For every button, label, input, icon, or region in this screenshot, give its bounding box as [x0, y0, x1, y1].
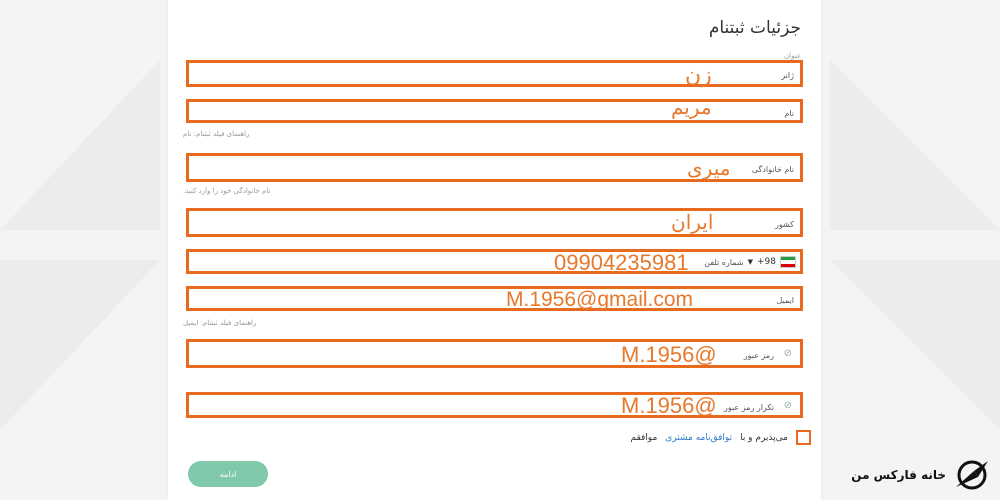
compass-logo-icon	[956, 460, 988, 490]
country-label: کشور	[775, 220, 794, 229]
registration-panel: جزئیات ثبتنام عنوان ژانر زن نام مریم راه…	[168, 0, 821, 500]
email-hint: راهنمای فیلد ثبتنام: ایمیل	[183, 319, 257, 327]
password-value: M.1956@	[621, 342, 717, 367]
first-name-label: نام	[784, 109, 794, 118]
gender-label: ژانر	[781, 71, 794, 80]
section-label: عنوان	[784, 52, 801, 60]
phone-field[interactable]: شماره تلفن ▼ +98 09904235981	[186, 249, 803, 274]
terms-link[interactable]: توافق‌نامه مشتری	[665, 433, 732, 443]
phone-value: 09904235981	[554, 250, 689, 275]
password-label: رمز عبور	[743, 351, 774, 360]
first-name-field[interactable]: نام مریم	[186, 97, 803, 123]
background-shape	[830, 60, 1000, 230]
terms-prefix: می‌پذیرم و با	[740, 432, 788, 443]
last-name-hint: نام خانوادگی خود را وارد کنید.	[183, 187, 271, 195]
brand-logo: خانه فارکس من	[851, 455, 992, 495]
password-confirm-field[interactable]: تکرار رمز عبور ⊘ M.1956@	[186, 392, 803, 418]
password-confirm-value: M.1956@	[621, 393, 717, 418]
password-field[interactable]: رمز عبور ⊘ M.1956@	[186, 339, 803, 368]
terms-agreement: می‌پذیرم و با توافق‌نامه مشتری موافقم	[630, 430, 811, 445]
iran-flag-icon	[780, 256, 796, 268]
background-shape	[830, 260, 1000, 430]
email-label: ایمیل	[776, 296, 794, 305]
brand-name: خانه فارکس من	[851, 468, 946, 482]
page-title: جزئیات ثبتنام	[708, 18, 801, 38]
phone-label: شماره تلفن	[704, 257, 744, 267]
continue-button[interactable]: ادامه	[188, 461, 268, 487]
eye-off-icon[interactable]: ⊘	[784, 348, 792, 359]
last-name-field[interactable]: نام خانوادگی میری	[186, 153, 803, 182]
last-name-label: نام خانوادگی	[751, 165, 794, 174]
terms-suffix: موافقم	[630, 432, 658, 443]
country-code-select[interactable]: شماره تلفن ▼ +98	[704, 254, 796, 270]
email-value: M.1956@gmail.com	[506, 288, 694, 311]
terms-checkbox[interactable]	[796, 430, 811, 445]
country-field[interactable]: کشور ایران	[186, 208, 803, 237]
country-value: ایران	[671, 212, 714, 234]
chevron-down-icon: ▼	[747, 258, 753, 266]
eye-off-icon[interactable]: ⊘	[784, 400, 792, 411]
gender-value: زن	[685, 62, 712, 87]
last-name-value: میری	[687, 158, 731, 180]
first-name-value: مریم	[671, 97, 712, 119]
email-field[interactable]: ایمیل M.1956@gmail.com	[186, 286, 803, 311]
first-name-hint: راهنمای فیلد ثبتنام: نام	[183, 130, 250, 138]
gender-field[interactable]: ژانر زن	[186, 60, 803, 87]
country-code: +98	[757, 257, 776, 267]
background-shape	[0, 60, 160, 230]
background-shape	[0, 260, 160, 430]
password-confirm-label: تکرار رمز عبور	[724, 403, 774, 412]
